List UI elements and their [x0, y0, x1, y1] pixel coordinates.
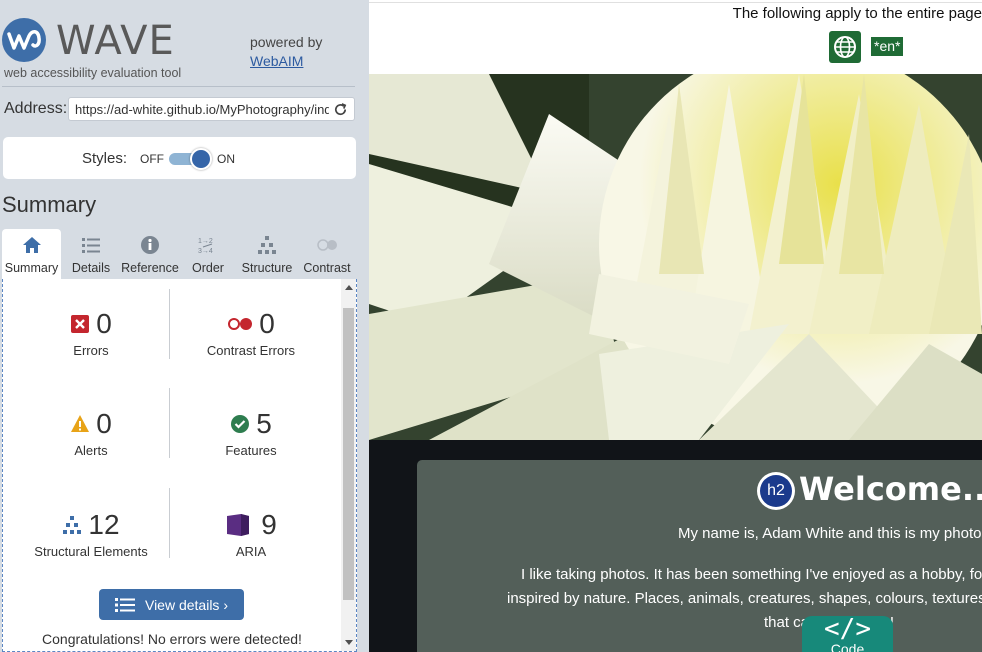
h2-badge: h2	[760, 475, 792, 507]
summary-heading: Summary	[2, 192, 97, 217]
address-field	[68, 97, 355, 121]
address-input[interactable]	[75, 98, 329, 120]
scroll-up-arrow-icon[interactable]	[345, 285, 353, 290]
feature-icon	[231, 415, 250, 433]
tab-summary[interactable]: Summary	[2, 229, 61, 279]
stat-label: Features	[225, 443, 277, 458]
error-icon	[71, 315, 90, 333]
about-text-line: inspired by nature. Places, animals, cre…	[507, 590, 982, 607]
stat-contrast-errors[interactable]: 0 Contrast Errors	[171, 307, 331, 358]
scroll-thumb[interactable]	[343, 308, 354, 600]
powered-by: powered by WebAIM	[250, 33, 322, 71]
stat-label: ARIA	[235, 544, 267, 559]
styles-on-label: ON	[217, 152, 235, 166]
code-panel-tab[interactable]: </> Code	[802, 616, 893, 652]
powered-by-text: powered by	[250, 34, 323, 50]
contrast-error-icon	[228, 318, 253, 330]
stat-features[interactable]: 5 Features	[171, 407, 331, 458]
stat-count: 5	[256, 408, 272, 439]
tab-details[interactable]: Details	[61, 229, 121, 279]
contrast-icon	[317, 239, 337, 251]
wave-subtitle: web accessibility evaluation tool	[4, 66, 182, 80]
tab-order[interactable]: 1→2 3→4 Order	[179, 229, 237, 279]
stat-alerts[interactable]: 0 Alerts	[11, 407, 171, 458]
stat-count: 0	[259, 308, 275, 339]
tab-reference[interactable]: Reference	[121, 229, 179, 279]
intro-text: My name is, Adam White and this is my ph…	[678, 525, 982, 542]
tab-label: Summary	[4, 261, 59, 275]
address-label: Address:	[4, 100, 68, 117]
wave-logo-icon	[2, 18, 46, 62]
structure-icon	[63, 516, 82, 534]
tab-label: Order	[192, 261, 224, 275]
about-text-line: I like taking photos. It has been someth…	[521, 566, 982, 583]
wave-sidebar: WAVE web accessibility evaluation tool p…	[0, 0, 369, 652]
code-icon: </>	[824, 614, 871, 644]
view-details-label: View details ›	[144, 596, 228, 613]
styles-panel: Styles: OFF ON	[3, 137, 356, 179]
entire-page-notice: The following apply to the entire page	[732, 5, 982, 22]
tab-bar: Summary Details Reference 1→2 3→4 Order	[2, 229, 357, 279]
styles-label: Styles:	[82, 150, 128, 167]
code-tab-label: Code	[830, 641, 865, 652]
tab-label: Details	[71, 261, 111, 275]
tab-label: Contrast	[303, 261, 351, 275]
tab-structure[interactable]: Structure	[237, 229, 297, 279]
stat-label: Alerts	[74, 443, 108, 458]
aria-icon	[227, 514, 250, 536]
info-icon	[141, 236, 159, 254]
webaim-link[interactable]: WebAIM	[250, 53, 303, 69]
order-icon: 1→2 3→4	[198, 238, 213, 255]
list-icon	[82, 238, 100, 253]
stat-count: 0	[96, 408, 112, 439]
reload-icon[interactable]	[333, 102, 348, 117]
divider	[2, 86, 355, 87]
hierarchy-icon	[258, 236, 276, 254]
wave-title: WAVE	[56, 18, 175, 64]
stat-label: Structural Elements	[34, 544, 148, 559]
summary-panel: 0 Errors 0 Contrast Errors 0 Alerts 5 Fe…	[2, 279, 357, 652]
svg-text:3→4: 3→4	[198, 248, 213, 255]
stat-structural-elements[interactable]: 12 Structural Elements	[11, 508, 171, 559]
alert-icon	[71, 415, 90, 432]
globe-icon[interactable]	[829, 31, 861, 63]
tab-label: Structure	[241, 261, 293, 275]
divider	[369, 2, 982, 3]
home-icon	[22, 237, 41, 253]
styles-toggle[interactable]	[169, 148, 212, 170]
tab-contrast[interactable]: Contrast	[297, 229, 357, 279]
styles-off-label: OFF	[140, 152, 164, 166]
tab-label: Reference	[121, 261, 179, 275]
list-icon	[114, 597, 135, 612]
stat-label: Errors	[73, 343, 109, 358]
language-badge[interactable]: *en*	[871, 37, 904, 56]
toggle-knob	[190, 148, 212, 170]
flower-photo	[369, 74, 982, 440]
congrats-message: Congratulations! No errors were detected…	[42, 631, 302, 647]
stat-label: Contrast Errors	[206, 343, 296, 358]
scrollbar[interactable]	[341, 279, 356, 651]
stat-errors[interactable]: 0 Errors	[11, 307, 171, 358]
welcome-heading: Welcome...	[799, 470, 982, 508]
stat-aria[interactable]: 9 ARIA	[171, 508, 331, 559]
h2-heading-icon[interactable]: h2	[757, 472, 795, 510]
view-details-button[interactable]: View details ›	[99, 589, 244, 620]
stat-count: 12	[88, 509, 120, 540]
stat-count: 9	[261, 509, 277, 540]
stat-count: 0	[96, 308, 112, 339]
scroll-down-arrow-icon[interactable]	[345, 640, 353, 645]
page-preview: The following apply to the entire page *…	[369, 0, 982, 652]
